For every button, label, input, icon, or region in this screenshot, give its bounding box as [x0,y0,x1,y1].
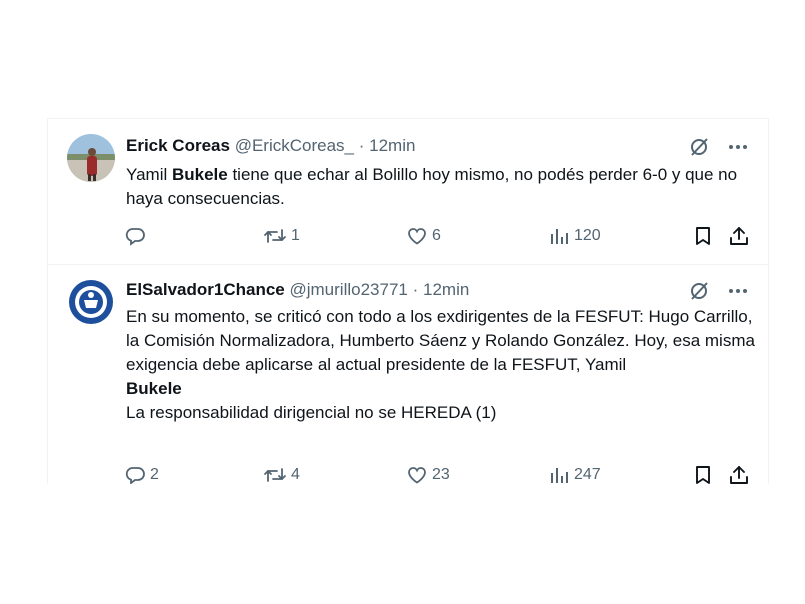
tweet-action-bar: 2 4 23 247 [124,464,754,484]
dot-separator: · [358,136,365,155]
retweet-button[interactable]: 4 [263,464,300,484]
retweet-button[interactable]: 1 [263,225,300,247]
like-button[interactable]: 23 [406,464,450,484]
author-handle[interactable]: @jmurillo23771 [289,280,407,299]
views-count: 247 [574,466,601,483]
views-icon [551,229,568,244]
more-icon[interactable] [728,137,748,157]
grok-icon[interactable] [688,136,710,158]
tweet-header: Erick Coreas @ErickCoreas_ · 12min [126,135,415,157]
reply-count: 2 [150,466,159,483]
tweet-text: En su momento, se criticó con todo a los… [126,305,756,425]
like-count: 6 [432,227,441,244]
avatar[interactable] [67,278,115,326]
share-button[interactable] [728,225,750,247]
like-count: 23 [432,466,450,483]
timestamp[interactable]: 12min [369,136,415,155]
author-name[interactable]: Erick Coreas [126,136,230,155]
retweet-count: 4 [291,466,300,483]
like-button[interactable]: 6 [406,225,441,247]
views-icon [551,468,568,483]
tweet-top-actions [688,136,748,158]
retweet-icon [264,468,286,482]
like-icon [408,467,426,484]
tweet-text-bold: Bukele [171,165,228,184]
tweet-action-bar: 1 6 120 [124,225,754,251]
share-button[interactable] [728,464,750,484]
retweet-count: 1 [291,227,300,244]
timestamp[interactable]: 12min [423,280,469,299]
grok-icon[interactable] [688,280,710,302]
reply-icon [125,467,145,484]
dot-separator: · [412,280,419,299]
reply-icon [125,228,145,246]
tweet-text: Yamil Bukele tiene que echar al Bolillo … [126,163,756,211]
tweet-text-part: Yamil [126,165,172,184]
bookmark-icon [696,227,710,245]
retweet-icon [264,229,286,243]
share-icon [730,466,748,484]
views-button[interactable]: 120 [548,225,601,247]
views-count: 120 [574,227,601,244]
tweet[interactable]: Erick Coreas @ErickCoreas_ · 12min Yamil… [48,119,768,265]
bookmark-button[interactable] [692,225,714,247]
tweet[interactable]: ElSalvador1Chance @jmurillo23771 · 12min… [48,265,768,484]
like-icon [408,228,426,245]
author-handle[interactable]: @ErickCoreas_ [235,136,354,155]
reply-button[interactable] [124,225,150,247]
reply-button[interactable]: 2 [124,464,159,484]
share-icon [730,227,748,245]
tweet-text-line: La responsabilidad dirigencial no se HER… [126,403,497,422]
bookmark-icon [696,466,710,484]
author-name[interactable]: ElSalvador1Chance [126,280,285,299]
tweet-header: ElSalvador1Chance @jmurillo23771 · 12min [126,279,469,301]
tweet-text-line: En su momento, se criticó con todo a los… [126,307,755,374]
tweet-top-actions [688,280,748,302]
timeline: Erick Coreas @ErickCoreas_ · 12min Yamil… [47,118,769,484]
tweet-text-bold: Bukele [126,379,182,398]
more-icon[interactable] [728,281,748,301]
bookmark-button[interactable] [692,464,714,484]
avatar[interactable] [67,134,115,182]
views-button[interactable]: 247 [548,464,601,484]
